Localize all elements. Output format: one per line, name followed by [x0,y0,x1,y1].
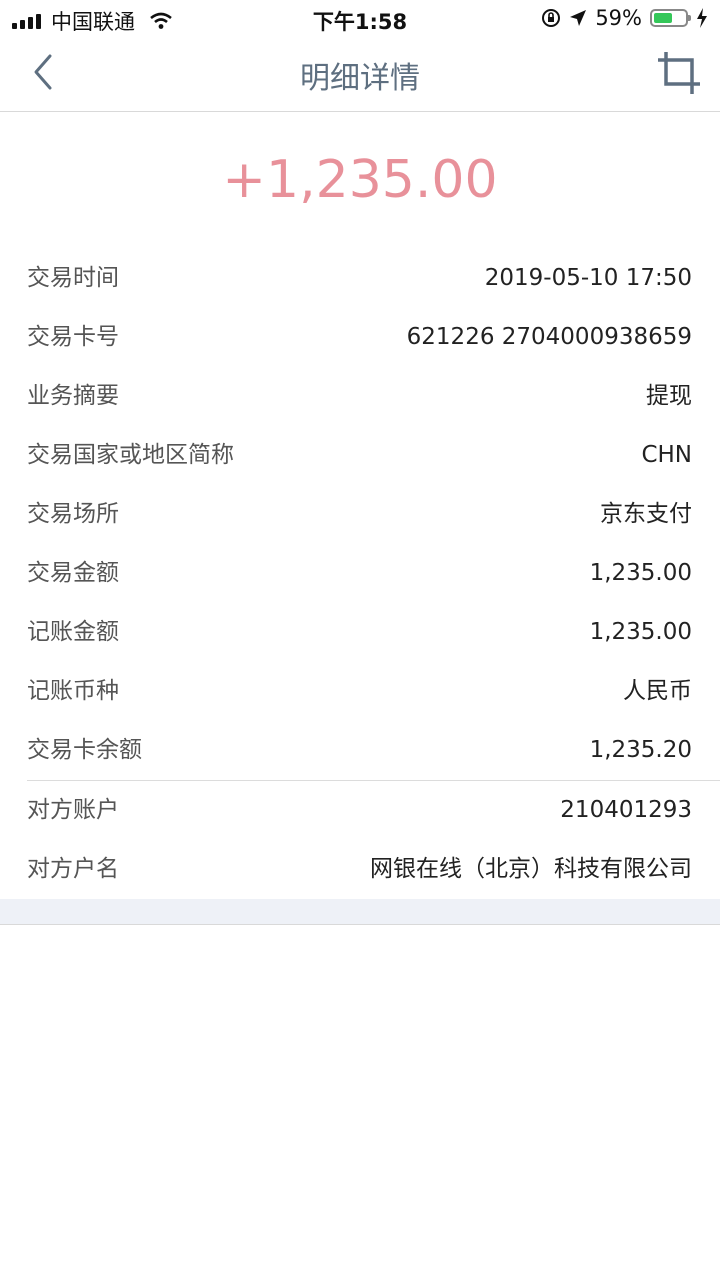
navigation-bar: 明细详情 [0,36,720,112]
detail-value: 1,235.20 [589,737,692,763]
page-title: 明细详情 [300,61,420,96]
detail-list: 交易时间 2019-05-10 17:50 交易卡号 621226 270400… [0,249,720,899]
detail-label: 记账币种 [27,678,119,704]
detail-row-time: 交易时间 2019-05-10 17:50 [0,249,720,308]
detail-row-card-number: 交易卡号 621226 2704000938659 [0,308,720,367]
detail-label: 业务摘要 [27,383,119,409]
screenshot-crop-button[interactable] [656,50,702,96]
transaction-amount: +1,235.00 [222,150,498,210]
detail-row-card-balance: 交易卡余额 1,235.20 [0,721,720,780]
detail-row-merchant: 交易场所 京东支付 [0,485,720,544]
detail-label: 对方账户 [27,797,119,823]
detail-row-currency: 记账币种 人民币 [0,662,720,721]
detail-row-counterparty-account: 对方账户 210401293 [0,781,720,840]
detail-row-country: 交易国家或地区简称 CHN [0,426,720,485]
detail-value: 人民币 [623,678,692,704]
footer-band [0,899,720,925]
detail-value: 京东支付 [600,501,692,527]
battery-percent: 59% [595,6,642,30]
detail-label: 对方户名 [27,856,119,882]
detail-value: 网银在线（北京）科技有限公司 [370,856,692,882]
detail-value: 621226 2704000938659 [406,324,692,350]
location-arrow-icon [570,10,587,26]
charging-bolt-icon [697,8,707,28]
detail-label: 交易国家或地区简称 [27,442,234,468]
battery-icon [650,9,691,27]
detail-label: 交易时间 [27,265,119,291]
status-bar: 中国联通 下午1:58 59% [0,0,720,36]
battery-fill [654,13,672,23]
detail-value: 210401293 [560,797,692,823]
detail-label: 交易卡余额 [27,737,142,763]
detail-value: 提现 [646,383,692,409]
detail-label: 交易金额 [27,560,119,586]
detail-value: 1,235.00 [589,560,692,586]
detail-row-counterparty-name: 对方户名 网银在线（北京）科技有限公司 [0,840,720,899]
crop-icon [658,52,700,94]
detail-row-posted-amount: 记账金额 1,235.00 [0,603,720,662]
detail-value: CHN [641,442,692,468]
detail-row-summary: 业务摘要 提现 [0,367,720,426]
detail-value: 1,235.00 [589,619,692,645]
detail-label: 交易卡号 [27,324,119,350]
detail-value: 2019-05-10 17:50 [484,265,692,291]
rotation-lock-icon [542,9,561,27]
detail-row-transaction-amount: 交易金额 1,235.00 [0,544,720,603]
detail-label: 交易场所 [27,501,119,527]
detail-label: 记账金额 [27,619,119,645]
